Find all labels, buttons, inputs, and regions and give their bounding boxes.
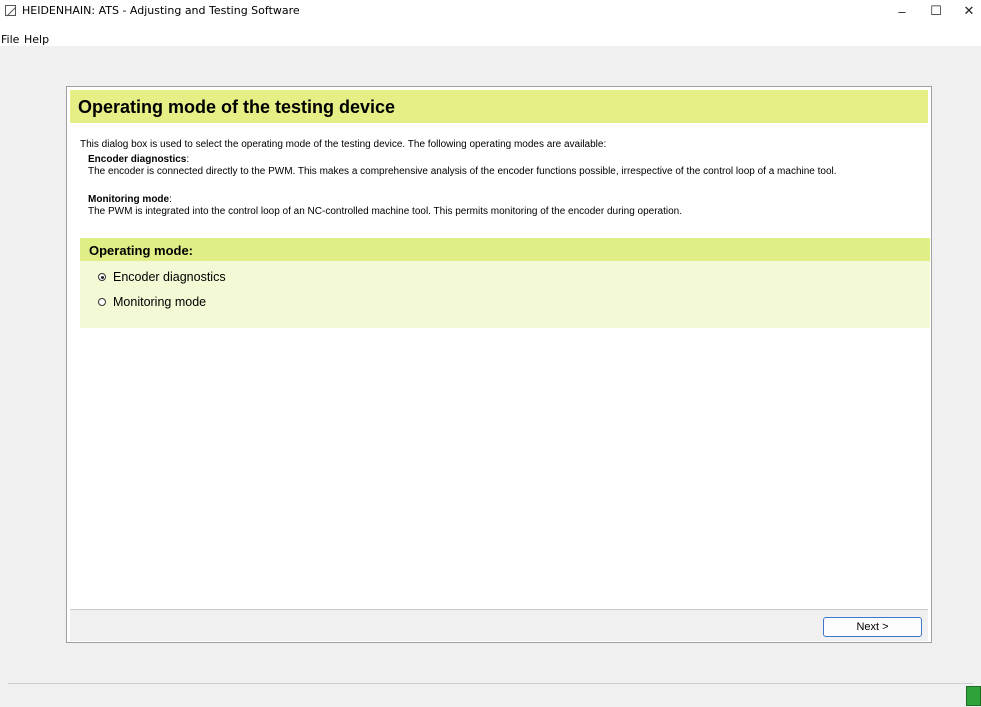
minimize-icon: – bbox=[898, 3, 906, 19]
page-title: Operating mode of the testing device bbox=[78, 97, 396, 117]
maximize-icon: ☐ bbox=[930, 3, 942, 18]
heidenhain-logo-icon bbox=[5, 5, 17, 17]
radio-label[interactable]: Monitoring mode bbox=[113, 295, 206, 309]
operating-mode-options: Encoder diagnostics Monitoring mode bbox=[80, 261, 930, 328]
radio-label[interactable]: Encoder diagnostics bbox=[113, 270, 226, 284]
mode-title: Encoder diagnostics bbox=[88, 154, 187, 165]
mode-title: Monitoring mode bbox=[88, 194, 170, 205]
radio-encoder-diagnostics[interactable]: Encoder diagnostics bbox=[98, 269, 226, 285]
mode-text: The PWM is integrated into the control l… bbox=[88, 206, 683, 217]
mode-title-colon: : bbox=[186, 154, 190, 165]
operating-mode-label: Operating mode: bbox=[89, 243, 194, 258]
mode-description-encoder: Encoder diagnostics: The encoder is conn… bbox=[88, 154, 837, 178]
operating-mode-dialog: Operating mode of the testing device Thi… bbox=[66, 86, 932, 643]
window-title: HEIDENHAIN: ATS - Adjusting and Testing … bbox=[22, 4, 300, 17]
close-button[interactable]: ✕ bbox=[946, 0, 981, 22]
menu-help[interactable]: Help bbox=[24, 34, 49, 45]
menu-file[interactable]: File bbox=[1, 34, 19, 45]
radio-checked-icon[interactable] bbox=[98, 273, 106, 281]
mode-text: The encoder is connected directly to the… bbox=[88, 166, 837, 177]
title-bar: HEIDENHAIN: ATS - Adjusting and Testing … bbox=[0, 0, 981, 22]
radio-unchecked-icon[interactable] bbox=[98, 298, 106, 306]
dialog-header: Operating mode of the testing device bbox=[70, 90, 928, 123]
window-border bbox=[0, 46, 8, 706]
close-icon: ✕ bbox=[963, 3, 975, 18]
intro-text: This dialog box is used to select the op… bbox=[80, 139, 607, 150]
radio-monitoring-mode[interactable]: Monitoring mode bbox=[98, 294, 206, 310]
mode-description-monitoring: Monitoring mode: The PWM is integrated i… bbox=[88, 194, 682, 218]
next-button[interactable]: Next > bbox=[823, 617, 922, 637]
menu-bar: File Help bbox=[0, 22, 981, 46]
connection-status-icon[interactable] bbox=[966, 686, 981, 706]
mode-title-colon: : bbox=[169, 194, 172, 205]
dialog-footer: Next > bbox=[70, 609, 928, 641]
status-bar bbox=[8, 683, 973, 707]
operating-mode-header: Operating mode: bbox=[80, 238, 930, 261]
